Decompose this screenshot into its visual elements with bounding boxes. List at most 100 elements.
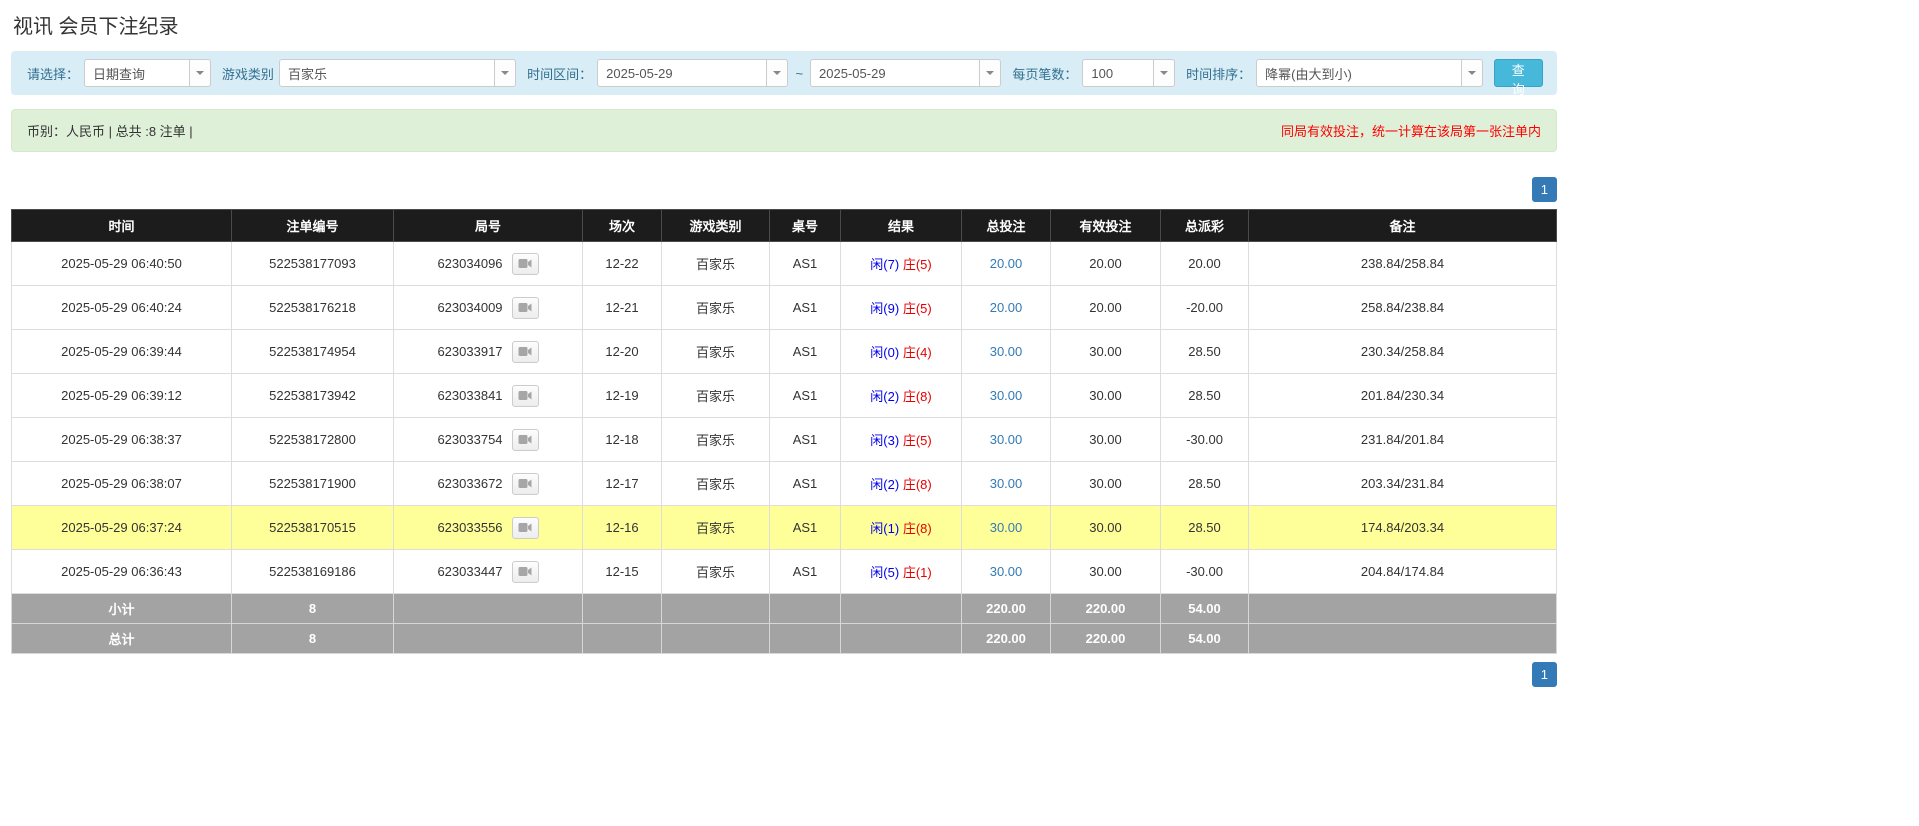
video-replay-button[interactable] — [512, 253, 539, 275]
page-1-button[interactable]: 1 — [1532, 662, 1557, 687]
table-row: 2025-05-29 06:40:24 522538176218 6230340… — [12, 286, 1557, 330]
round-no-value: 623033447 — [437, 564, 502, 579]
game-cell: 百家乐 — [662, 418, 770, 462]
select-label: 请选择： — [27, 64, 79, 83]
bet-no-cell: 522538172800 — [232, 418, 394, 462]
empty-cell — [662, 594, 770, 624]
session-cell: 12-20 — [583, 330, 662, 374]
session-cell: 12-15 — [583, 550, 662, 594]
total-bet-link[interactable]: 20.00 — [990, 256, 1023, 271]
video-replay-button[interactable] — [512, 341, 539, 363]
game-cell: 百家乐 — [662, 506, 770, 550]
date-range-separator: ~ — [795, 66, 803, 81]
valid-bet-cell: 30.00 — [1051, 506, 1161, 550]
page-1-button[interactable]: 1 — [1532, 177, 1557, 202]
round-no-value: 623034096 — [437, 256, 502, 271]
total-bet-cell: 30.00 — [962, 462, 1051, 506]
total-bet-cell: 30.00 — [962, 550, 1051, 594]
sort-label: 时间排序： — [1186, 64, 1251, 83]
sort-dropdown[interactable]: 降幂(由大到小) — [1256, 59, 1482, 87]
query-type-dropdown[interactable]: 日期查询 — [84, 59, 211, 87]
result-banker: 庄(1) — [903, 565, 932, 580]
game-cell: 百家乐 — [662, 550, 770, 594]
video-replay-button[interactable] — [512, 517, 539, 539]
result-cell: 闲(2) 庄(8) — [841, 462, 962, 506]
result-player: 闲(5) — [870, 565, 899, 580]
empty-cell — [662, 624, 770, 654]
valid-bet-cell: 30.00 — [1051, 418, 1161, 462]
video-replay-button[interactable] — [512, 473, 539, 495]
per-page-dropdown[interactable]: 100 — [1082, 59, 1175, 87]
total-label: 总计 — [12, 624, 232, 654]
video-replay-button[interactable] — [512, 429, 539, 451]
table-row: 2025-05-29 06:39:12 522538173942 6230338… — [12, 374, 1557, 418]
bet-no-cell: 522538171900 — [232, 462, 394, 506]
empty-cell — [583, 624, 662, 654]
chevron-down-icon[interactable] — [766, 60, 787, 86]
date-to-input[interactable]: 2025-05-29 — [810, 59, 1001, 87]
session-cell: 12-18 — [583, 418, 662, 462]
bet-no-cell: 522538169186 — [232, 550, 394, 594]
chevron-down-icon[interactable] — [1153, 60, 1174, 86]
table-header-row: 时间 注单编号 局号 场次 游戏类别 桌号 结果 总投注 有效投注 总派彩 备注 — [12, 210, 1557, 242]
video-replay-button[interactable] — [512, 385, 539, 407]
total-bet-link[interactable]: 30.00 — [990, 520, 1023, 535]
game-cell: 百家乐 — [662, 286, 770, 330]
video-replay-button[interactable] — [512, 561, 539, 583]
per-page-value: 100 — [1083, 66, 1153, 81]
video-replay-button[interactable] — [512, 297, 539, 319]
result-banker: 庄(8) — [903, 521, 932, 536]
round-no-cell: 623033672 — [394, 462, 583, 506]
pagination-bottom: 1 — [11, 662, 1557, 687]
header-payout: 总派彩 — [1161, 210, 1249, 242]
total-bet-link[interactable]: 30.00 — [990, 344, 1023, 359]
table-row: 2025-05-29 06:36:43 522538169186 6230334… — [12, 550, 1557, 594]
result-player: 闲(2) — [870, 477, 899, 492]
video-camera-icon — [518, 566, 532, 577]
payout-cell: 20.00 — [1161, 242, 1249, 286]
date-to-value: 2025-05-29 — [811, 66, 979, 81]
round-no-cell: 623033447 — [394, 550, 583, 594]
table-no-cell: AS1 — [770, 550, 841, 594]
session-cell: 12-16 — [583, 506, 662, 550]
result-cell: 闲(9) 庄(5) — [841, 286, 962, 330]
total-count: 8 — [232, 624, 394, 654]
game-type-dropdown[interactable]: 百家乐 — [279, 59, 516, 87]
chevron-down-icon[interactable] — [189, 60, 210, 86]
valid-bet-cell: 30.00 — [1051, 330, 1161, 374]
total-bet-cell: 20.00 — [962, 286, 1051, 330]
total-bet-link[interactable]: 30.00 — [990, 564, 1023, 579]
valid-bet-cell: 30.00 — [1051, 462, 1161, 506]
round-no-cell: 623033556 — [394, 506, 583, 550]
time-cell: 2025-05-29 06:37:24 — [12, 506, 232, 550]
note-cell: 258.84/238.84 — [1249, 286, 1557, 330]
total-bet-link[interactable]: 30.00 — [990, 476, 1023, 491]
page-container: 视讯 会员下注纪录 请选择： 日期查询 游戏类别 百家乐 时间区间： 2025-… — [11, 0, 1557, 687]
table-no-cell: AS1 — [770, 286, 841, 330]
chevron-down-icon[interactable] — [979, 60, 1000, 86]
total-bet-link[interactable]: 30.00 — [990, 432, 1023, 447]
search-button[interactable]: 查询 — [1494, 59, 1543, 87]
chevron-down-icon[interactable] — [494, 60, 515, 86]
round-no-cell: 623033917 — [394, 330, 583, 374]
empty-cell — [1249, 594, 1557, 624]
table-no-cell: AS1 — [770, 330, 841, 374]
bet-no-cell: 522538174954 — [232, 330, 394, 374]
payout-cell: -30.00 — [1161, 550, 1249, 594]
time-range-label: 时间区间： — [527, 64, 592, 83]
total-bet-link[interactable]: 30.00 — [990, 388, 1023, 403]
chevron-down-icon[interactable] — [1461, 60, 1482, 86]
table-row: 2025-05-29 06:40:50 522538177093 6230340… — [12, 242, 1557, 286]
result-cell: 闲(3) 庄(5) — [841, 418, 962, 462]
video-camera-icon — [518, 522, 532, 533]
total-bet-link[interactable]: 20.00 — [990, 300, 1023, 315]
time-cell: 2025-05-29 06:40:50 — [12, 242, 232, 286]
table-row: 2025-05-29 06:38:37 522538172800 6230337… — [12, 418, 1557, 462]
subtotal-total-bet: 220.00 — [962, 594, 1051, 624]
query-type-value: 日期查询 — [85, 64, 189, 83]
note-cell: 238.84/258.84 — [1249, 242, 1557, 286]
date-from-input[interactable]: 2025-05-29 — [597, 59, 788, 87]
result-banker: 庄(5) — [903, 433, 932, 448]
header-total-bet: 总投注 — [962, 210, 1051, 242]
payout-cell: -20.00 — [1161, 286, 1249, 330]
